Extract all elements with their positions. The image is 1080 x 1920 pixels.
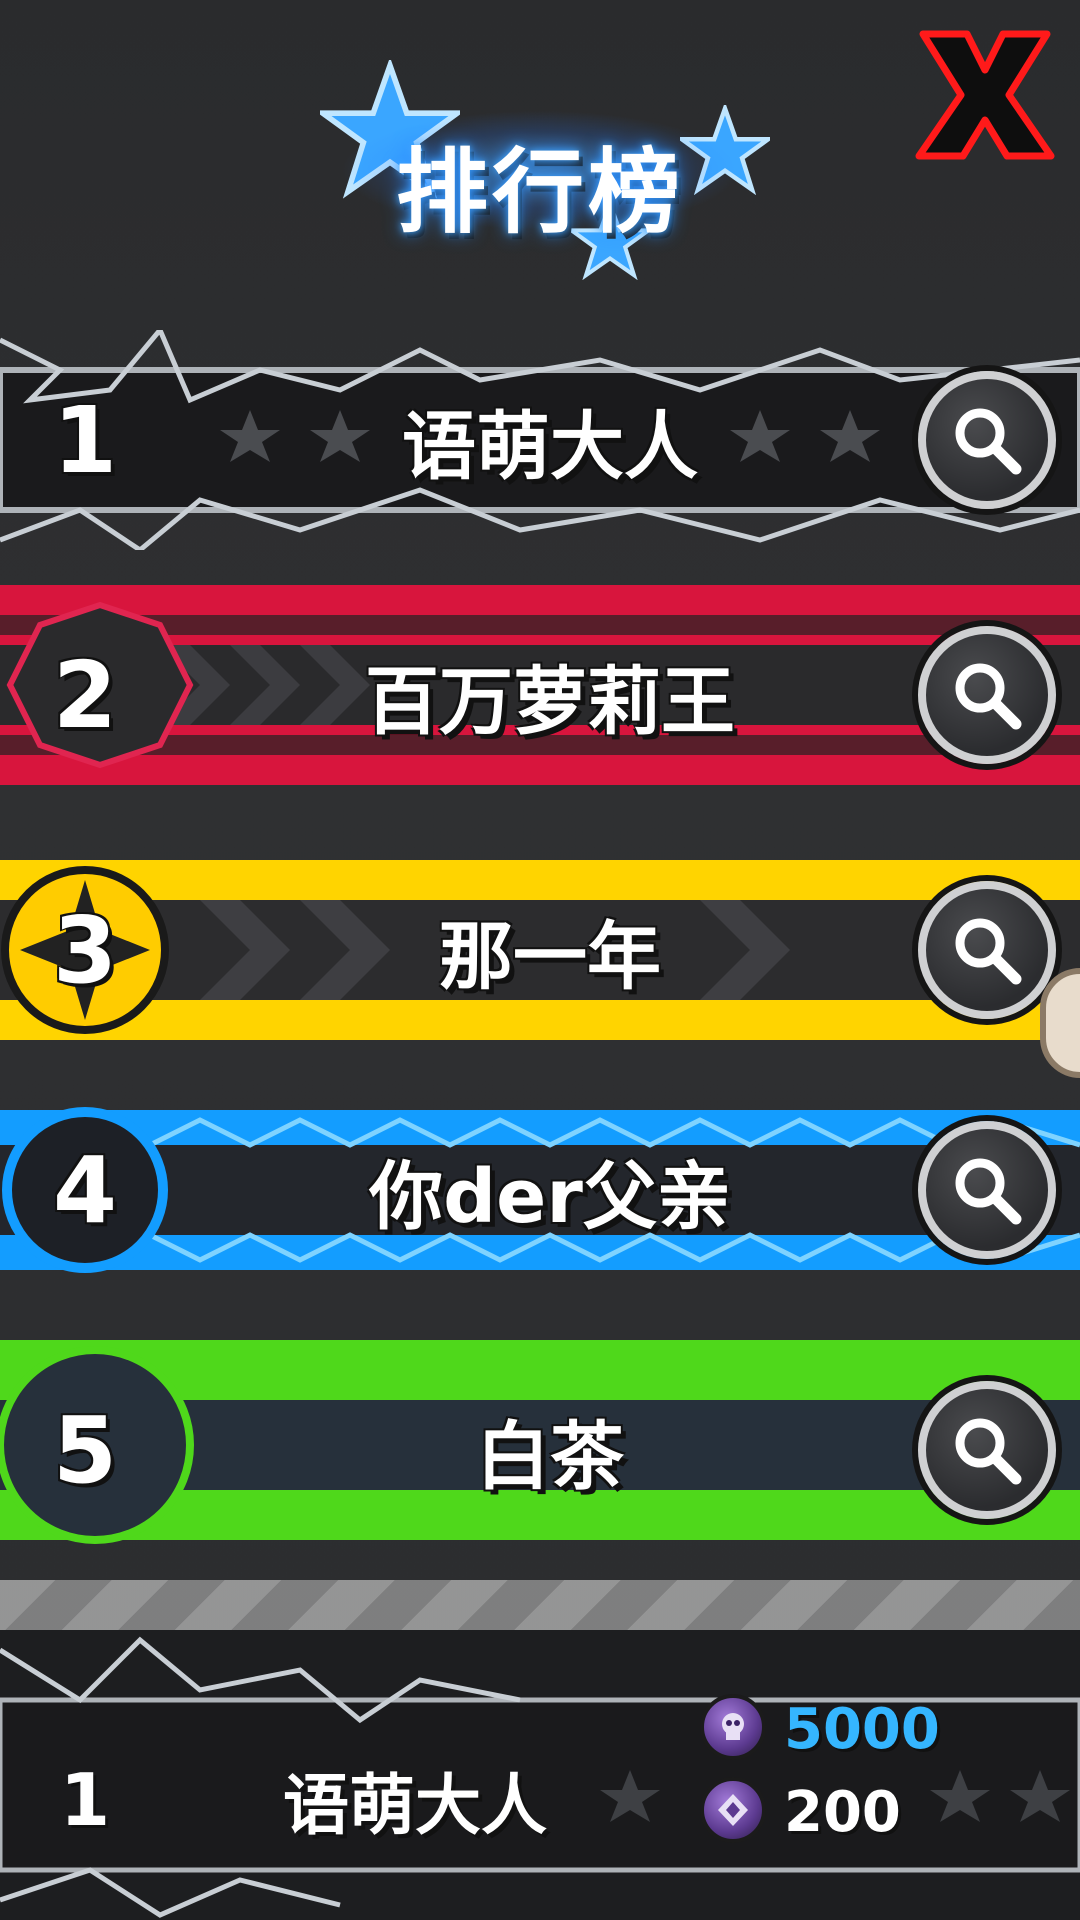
my-rank-panel: 1 语萌大人 5000 200 xyxy=(0,1630,1080,1920)
leaderboard-row-3: 3 那一年 xyxy=(0,840,1080,1060)
currency-secondary-value: 200 xyxy=(784,1780,901,1845)
player-name: 百万萝莉王 xyxy=(365,658,735,745)
rank-number: 1 xyxy=(52,386,117,494)
player-name: 那一年 xyxy=(439,913,661,1000)
leaderboard-row-2: 2 百万萝莉王 xyxy=(0,585,1080,805)
purple-gem-coin-icon xyxy=(700,1777,766,1843)
view-player-button[interactable] xyxy=(918,1381,1056,1519)
view-player-button[interactable] xyxy=(918,881,1056,1019)
view-player-button[interactable] xyxy=(918,1121,1056,1259)
currency-secondary: 200 xyxy=(700,1773,960,1853)
magnifier-icon xyxy=(955,1418,1022,1485)
player-name: 白茶 xyxy=(476,1413,624,1500)
rank-number: 3 xyxy=(52,896,117,1004)
rank-number: 4 xyxy=(52,1136,117,1244)
leaderboard-row-4: 4 你der父亲 xyxy=(0,1080,1080,1300)
my-rank-number: 1 xyxy=(59,1758,111,1842)
magnifier-icon xyxy=(955,918,1022,985)
magnifier-icon xyxy=(955,1158,1022,1225)
page-title: 排行榜 xyxy=(395,139,684,246)
currency-primary: 5000 xyxy=(700,1690,960,1770)
rank-number: 5 xyxy=(52,1396,117,1504)
player-name: 你der父亲 xyxy=(369,1153,731,1240)
leaderboard-row-5: 5 白茶 xyxy=(0,1340,1080,1560)
rank-number: 2 xyxy=(52,641,117,749)
leaderboard-row-1: 1 语萌大人 xyxy=(0,330,1080,550)
my-player-name: 语萌大人 xyxy=(283,1767,547,1844)
view-player-button[interactable] xyxy=(918,371,1056,509)
purple-skull-coin-icon xyxy=(700,1694,766,1760)
title-banner: 排行榜 xyxy=(300,50,780,290)
player-name: 语萌大人 xyxy=(402,403,698,490)
magnifier-icon xyxy=(955,663,1022,730)
list-bottom-divider xyxy=(0,1580,1080,1630)
currency-primary-value: 5000 xyxy=(784,1697,940,1762)
close-x-icon xyxy=(915,30,1055,160)
view-player-button[interactable] xyxy=(918,626,1056,764)
close-button[interactable] xyxy=(905,20,1065,170)
side-panel-tab[interactable] xyxy=(1040,968,1080,1078)
magnifier-icon xyxy=(955,408,1022,475)
